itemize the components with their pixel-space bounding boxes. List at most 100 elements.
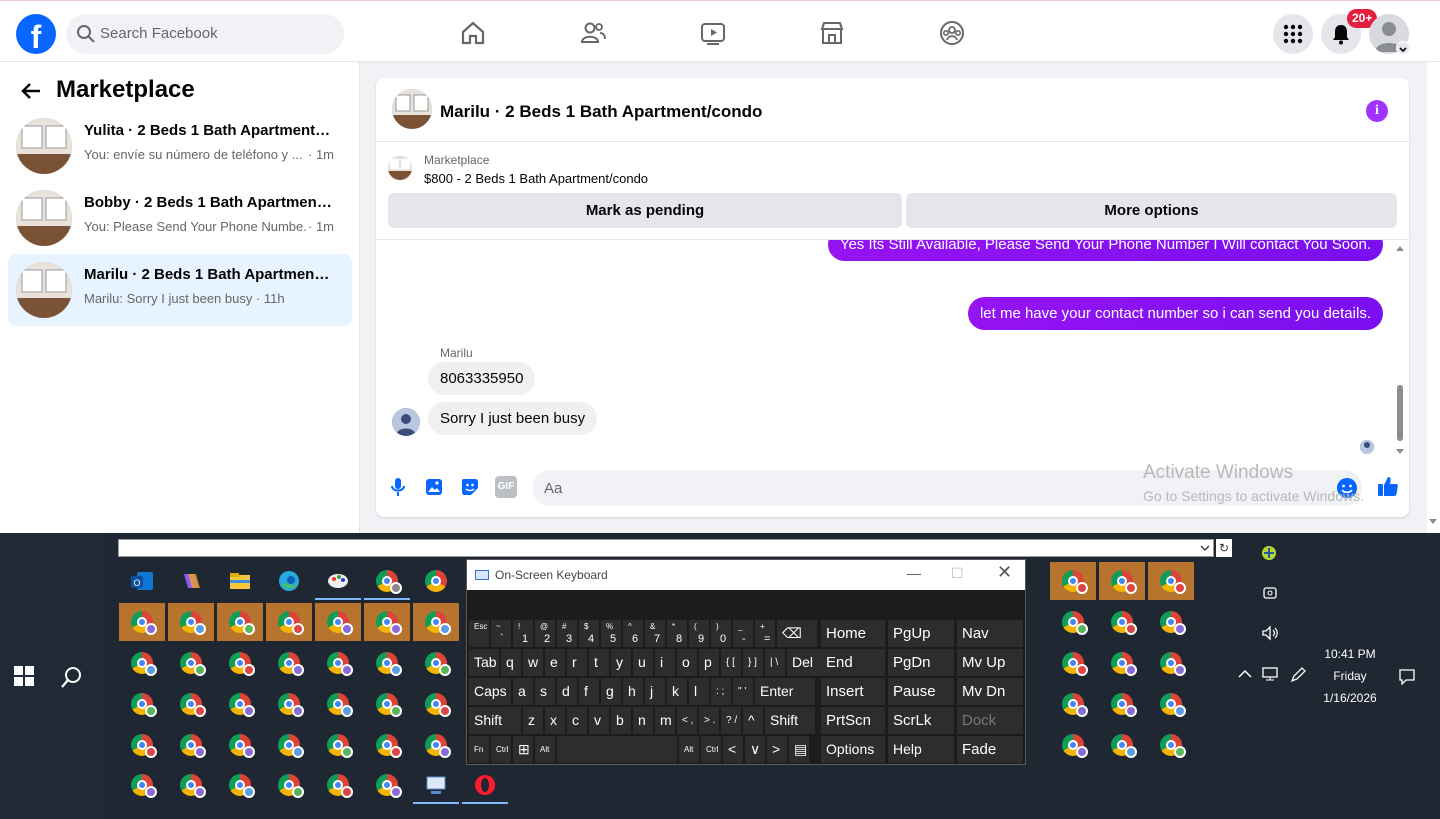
edge-browser-icon[interactable]	[266, 562, 312, 600]
groups-icon[interactable]	[938, 19, 966, 47]
chat-title[interactable]: Marilu · 2 Beds 1 Bath Apartment/condo	[440, 102, 762, 122]
osk-key[interactable]: ScrLk	[888, 707, 954, 734]
chrome-profile-icon[interactable]	[217, 603, 263, 641]
chrome-profile-icon[interactable]	[266, 766, 312, 804]
osk-key[interactable]: PrtScn	[821, 707, 885, 734]
remote-desktop-icon[interactable]	[413, 766, 459, 804]
osk-key[interactable]: i	[655, 649, 675, 676]
osk-key[interactable]: Ctrl	[491, 736, 511, 763]
osk-key[interactable]: $4	[579, 620, 599, 647]
chrome-profile-icon[interactable]	[1099, 685, 1145, 723]
osk-key[interactable]	[557, 736, 677, 763]
search-input[interactable]: Search Facebook	[100, 25, 218, 42]
chrome-profile-icon[interactable]	[119, 726, 165, 764]
osk-key[interactable]: ⊞	[513, 736, 533, 763]
chrome-profile-icon[interactable]	[1148, 726, 1194, 764]
osk-key[interactable]: % 5	[601, 620, 621, 647]
osk-key[interactable]: Help	[888, 736, 954, 763]
osk-key[interactable]: ▤	[789, 736, 809, 763]
search-box[interactable]: Search Facebook	[66, 14, 344, 54]
osk-key[interactable]: #3	[557, 620, 577, 647]
chrome-profile-icon[interactable]	[168, 726, 214, 764]
sticker-icon[interactable]	[459, 476, 481, 498]
osk-key[interactable]: k	[667, 678, 687, 705]
osk-key[interactable]: >	[767, 736, 787, 763]
conversation-item-active[interactable]: Marilu · 2 Beds 1 Bath Apartment/... Mar…	[8, 254, 352, 326]
listing-price[interactable]: $800 - 2 Beds 1 Bath Apartment/condo	[424, 171, 648, 186]
osk-key[interactable]: Mv Up	[957, 649, 1023, 676]
info-icon[interactable]: i	[1366, 100, 1388, 122]
osk-key[interactable]: Caps	[469, 678, 511, 705]
chrome-profile-icon[interactable]	[119, 603, 165, 641]
osk-key[interactable]: Del	[787, 649, 823, 676]
osk-key[interactable]: y	[611, 649, 631, 676]
chrome-profile-icon[interactable]	[315, 644, 361, 682]
osk-key[interactable]: f	[579, 678, 599, 705]
chrome-profile-icon[interactable]	[266, 726, 312, 764]
message-scrollbar[interactable]	[1395, 245, 1405, 455]
file-explorer-icon[interactable]	[217, 562, 263, 600]
volume-icon[interactable]	[1261, 625, 1279, 641]
chrome-profile-icon[interactable]	[1099, 603, 1145, 641]
osk-key[interactable]: ∨	[745, 736, 765, 763]
copilot-app-icon[interactable]	[168, 562, 214, 600]
osk-key[interactable]: o	[677, 649, 697, 676]
osk-key[interactable]: h	[623, 678, 643, 705]
chrome-profile-icon[interactable]	[1050, 603, 1096, 641]
chrome-profile-icon[interactable]	[168, 644, 214, 682]
photo-icon[interactable]	[423, 476, 445, 498]
osk-key[interactable]: s	[535, 678, 555, 705]
osk-key[interactable]: x	[545, 707, 565, 734]
osk-key[interactable]: * 8	[667, 620, 687, 647]
osk-key[interactable]: u	[633, 649, 653, 676]
osk-key[interactable]: Alt	[535, 736, 555, 763]
osk-key[interactable]: r	[567, 649, 587, 676]
osk-key[interactable]: ) 0	[711, 620, 731, 647]
osk-key[interactable]: w	[523, 649, 543, 676]
maximize-icon[interactable]: ☐	[951, 565, 964, 582]
osk-key[interactable]: PgDn	[888, 649, 954, 676]
network-icon[interactable]	[1261, 666, 1279, 682]
chrome-profile-icon[interactable]	[364, 685, 410, 723]
osk-key[interactable]: c	[567, 707, 587, 734]
conversation-item[interactable]: Bobby · 2 Beds 1 Bath Apartment/... You:…	[8, 182, 352, 254]
microphone-icon[interactable]	[387, 476, 409, 498]
osk-key[interactable]: j	[645, 678, 665, 705]
chrome-profile-icon[interactable]	[217, 766, 263, 804]
chrome-profile-icon[interactable]	[168, 766, 214, 804]
osk-key[interactable]: : ;	[711, 678, 731, 705]
chrome-profile-icon[interactable]	[119, 685, 165, 723]
clock-date[interactable]: 1/16/2026	[1316, 691, 1384, 705]
osk-key[interactable]: Esc	[469, 620, 489, 647]
chrome-profile-icon[interactable]	[315, 766, 361, 804]
paint-app-icon[interactable]	[315, 562, 361, 600]
chrome-profile-icon[interactable]	[364, 726, 410, 764]
osk-key[interactable]: + =	[755, 620, 775, 647]
osk-key[interactable]: & 7	[645, 620, 665, 647]
chrome-profile-icon[interactable]	[315, 603, 361, 641]
osk-key[interactable]: Shift	[469, 707, 521, 734]
gif-icon[interactable]: GIF	[495, 476, 517, 498]
chrome-profile-icon[interactable]	[1050, 685, 1096, 723]
osk-key[interactable]: Nav	[957, 620, 1023, 647]
sender-avatar[interactable]	[392, 408, 420, 436]
meet-now-icon[interactable]	[1262, 585, 1278, 601]
osk-key[interactable]: ^ 6	[623, 620, 643, 647]
chrome-icon[interactable]	[413, 562, 459, 600]
chrome-profile-icon[interactable]	[119, 644, 165, 682]
osk-key[interactable]: > .	[699, 707, 719, 734]
osk-key[interactable]: Insert	[821, 678, 885, 705]
close-icon[interactable]: ✕	[997, 562, 1012, 583]
taskbar-search-icon[interactable]	[60, 665, 84, 689]
outlook-app-icon[interactable]: O	[119, 562, 165, 600]
osk-key[interactable]: v	[589, 707, 609, 734]
osk-key[interactable]: " '	[733, 678, 753, 705]
osk-key[interactable]: Pause	[888, 678, 954, 705]
chrome-profile-icon[interactable]	[364, 644, 410, 682]
chrome-profile-icon[interactable]	[217, 685, 263, 723]
osk-key[interactable]: q	[501, 649, 521, 676]
chrome-profile-icon[interactable]	[217, 726, 263, 764]
osk-key[interactable]: t	[589, 649, 609, 676]
chrome-profile-icon[interactable]	[413, 726, 459, 764]
osk-key[interactable]: ^	[743, 707, 763, 734]
